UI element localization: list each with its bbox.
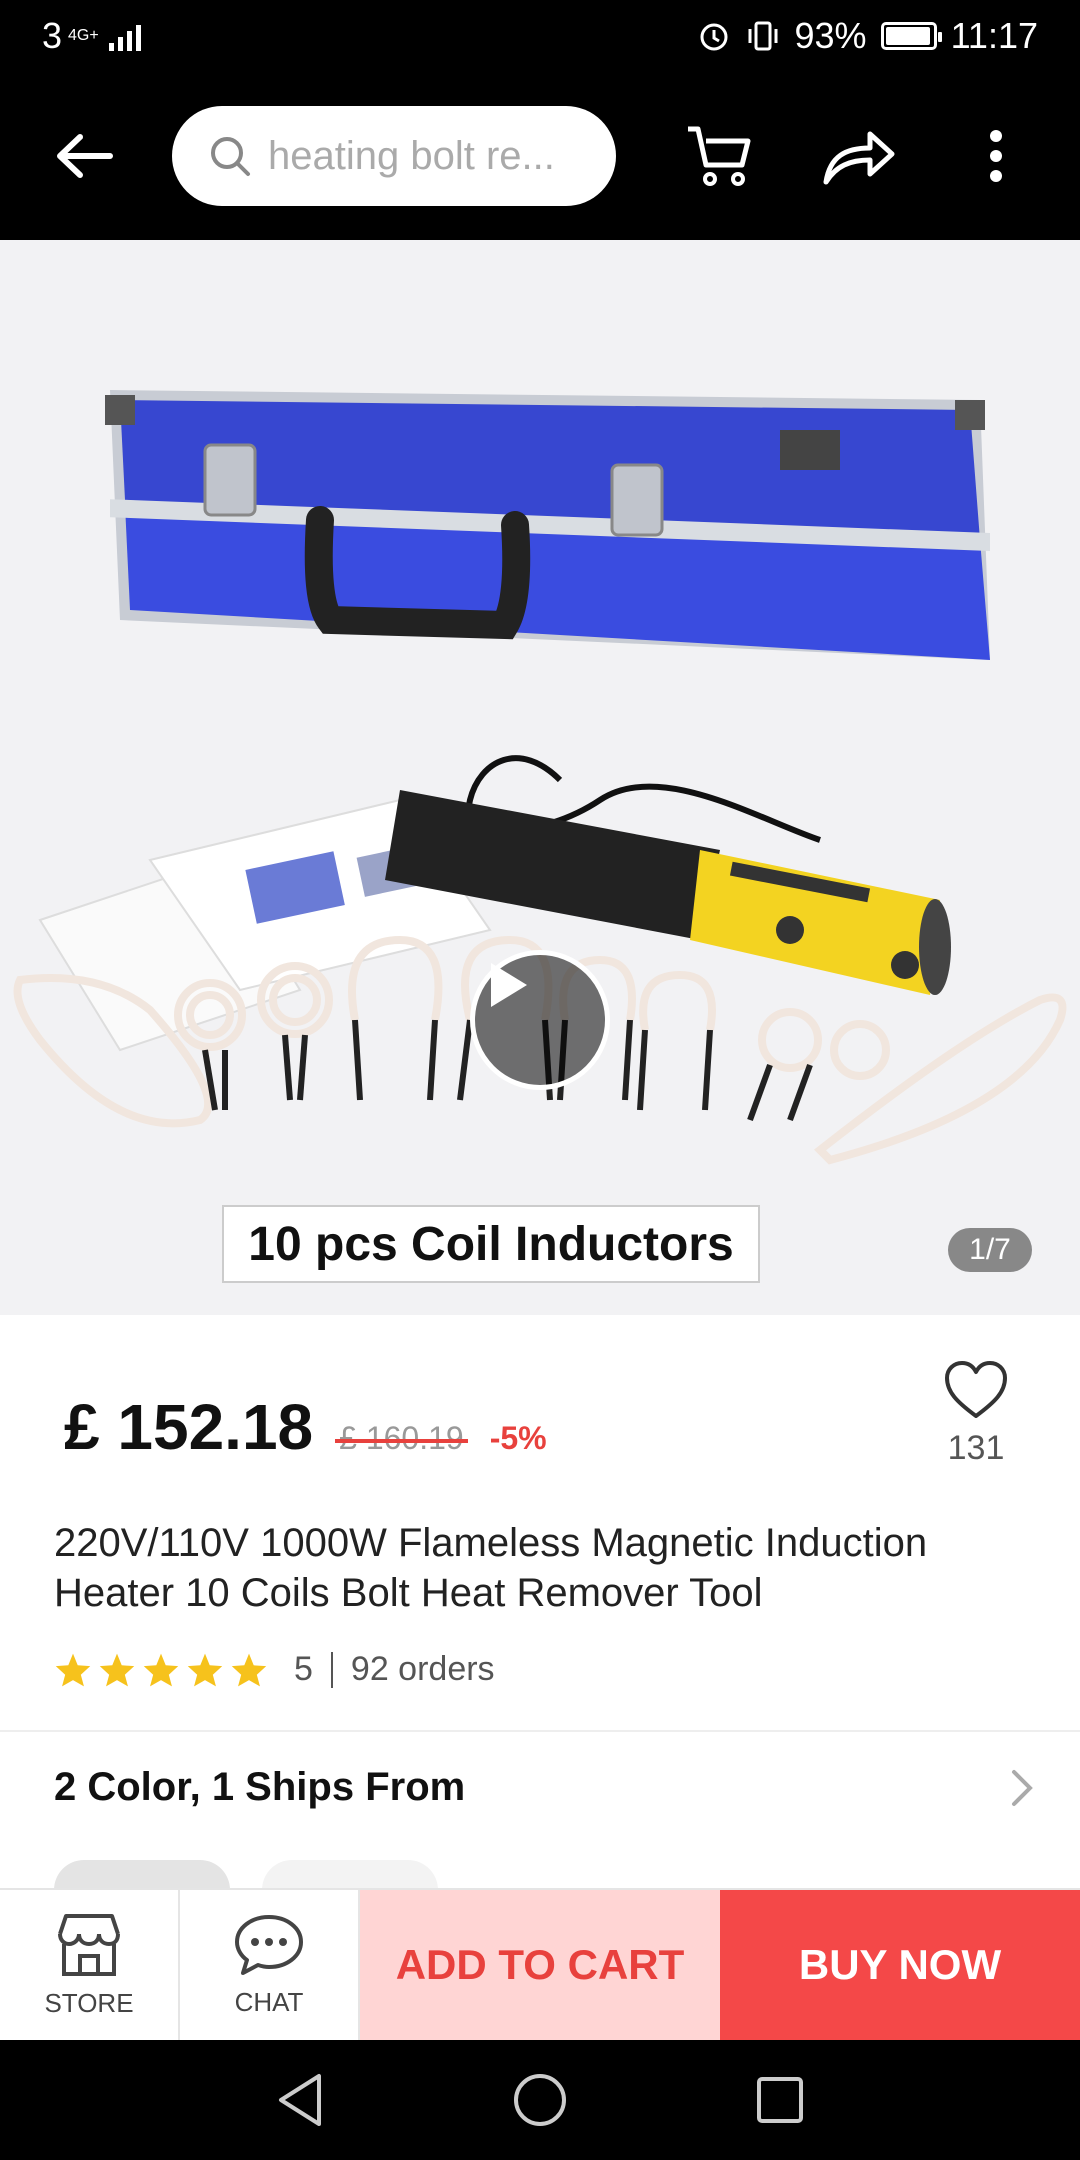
image-counter: 1/7	[948, 1228, 1032, 1272]
orders-count: 92 orders	[350, 1650, 495, 1688]
signal-icon	[108, 21, 141, 51]
vibrate-icon	[748, 21, 778, 51]
back-button[interactable]	[40, 112, 128, 200]
system-home-button[interactable]	[495, 2055, 585, 2145]
more-button[interactable]	[952, 112, 1040, 200]
system-navigation-bar	[0, 2040, 1080, 2160]
wishlist-button[interactable]: 131	[936, 1360, 1016, 1468]
cart-button[interactable]	[676, 112, 764, 200]
chat-icon	[235, 1914, 303, 1975]
discount-badge: -5%	[489, 1420, 547, 1456]
share-button[interactable]	[814, 112, 902, 200]
triangle-back-icon	[279, 2074, 321, 2126]
network-type: 4G+	[68, 27, 99, 44]
star-icon	[187, 1653, 223, 1686]
search-placeholder: heating bolt re...	[268, 133, 555, 178]
carrier-text: 3	[42, 15, 63, 56]
star-icon	[231, 1653, 267, 1686]
more-vertical-icon	[990, 130, 1002, 182]
battery-icon	[880, 22, 942, 50]
chat-button[interactable]: CHAT	[180, 1890, 360, 2040]
product-image	[13, 390, 1067, 1165]
sku-selector[interactable]: 2 Color, 1 Ships From	[54, 1765, 1034, 1810]
share-icon	[823, 131, 895, 185]
separator	[330, 1651, 333, 1688]
play-video-button[interactable]	[470, 950, 610, 1090]
battery-percent: 93%	[794, 15, 867, 56]
cart-icon	[688, 126, 751, 186]
add-to-cart-button[interactable]: ADD TO CART	[360, 1890, 720, 2040]
heart-icon	[945, 1361, 1007, 1418]
image-caption: 10 pcs Coil Inductors	[222, 1205, 760, 1283]
rating-row[interactable]: 5 92 orders	[54, 1650, 495, 1689]
original-price: £ 160.19	[335, 1420, 468, 1456]
play-icon	[491, 963, 527, 1007]
star-icon	[55, 1653, 91, 1686]
circle-home-icon	[514, 2074, 566, 2126]
status-bar: 3 4G+ 93% 11:17	[0, 0, 1080, 72]
price-row: £ 152.18 £ 160.19 -5%	[64, 1390, 547, 1464]
nav-actions	[676, 112, 1040, 200]
star-icon	[99, 1653, 135, 1686]
section-divider	[0, 1730, 1080, 1732]
wishlist-count: 131	[947, 1429, 1005, 1467]
action-bar: STORE CHAT ADD TO CART BUY NOW	[0, 1888, 1080, 2040]
square-recents-icon	[757, 2077, 803, 2123]
clock: 11:17	[950, 15, 1038, 56]
chevron-right-icon	[1012, 1769, 1033, 1806]
system-recents-button[interactable]	[735, 2055, 825, 2145]
alarm-icon	[700, 23, 728, 51]
store-icon	[58, 1913, 120, 1976]
search-input[interactable]: heating bolt re...	[172, 106, 616, 206]
rating-value: 5	[294, 1650, 313, 1688]
back-arrow-icon	[57, 134, 113, 178]
store-button[interactable]: STORE	[0, 1890, 180, 2040]
star-icon	[143, 1653, 179, 1686]
product-gallery[interactable]	[0, 240, 1080, 1315]
top-nav: heating bolt re...	[0, 72, 1080, 240]
store-label: STORE	[44, 1987, 134, 2018]
product-title: 220V/110V 1000W Flameless Magnetic Induc…	[54, 1521, 928, 1615]
status-right: 93% 11:17	[697, 15, 1038, 57]
current-price: £ 152.18	[64, 1391, 314, 1463]
star-rating	[54, 1652, 268, 1688]
chat-label: CHAT	[234, 1986, 304, 2017]
buy-now-button[interactable]: BUY NOW	[720, 1890, 1080, 2040]
carry-case-illustration	[105, 390, 990, 660]
system-back-button[interactable]	[255, 2055, 345, 2145]
sku-summary: 2 Color, 1 Ships From	[54, 1765, 466, 1809]
status-left: 3 4G+	[42, 15, 141, 57]
search-icon	[211, 137, 250, 176]
